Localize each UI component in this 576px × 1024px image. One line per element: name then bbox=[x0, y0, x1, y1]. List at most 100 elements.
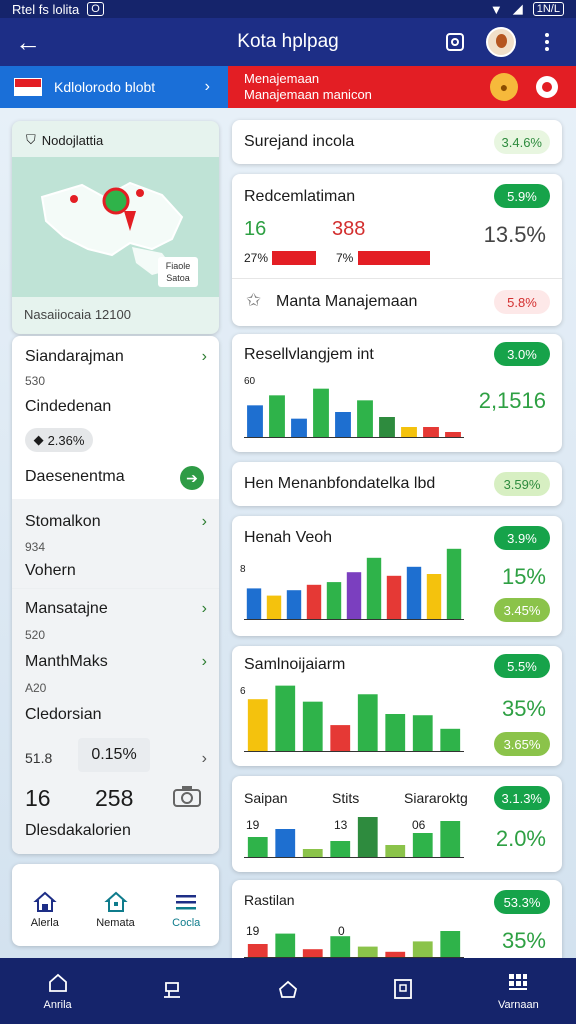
nav-grid[interactable]: Varnaan bbox=[488, 971, 548, 1011]
chart-card-5[interactable]: Rastilan 53.3% 19 0 35% bbox=[232, 880, 562, 958]
summary-card-1[interactable]: Surejand incola 3.4.6% bbox=[232, 120, 562, 164]
footer-label: Dlesdakalorien bbox=[25, 822, 207, 840]
chart-card-4[interactable]: Saipan Stits Siararoktg 3.1.3% 19 13 06 … bbox=[232, 776, 562, 872]
card-title: Samlnoijaiarm bbox=[244, 656, 346, 673]
chart-bar bbox=[247, 837, 268, 857]
list-item[interactable]: Cindedenan bbox=[25, 398, 207, 416]
chart-bar bbox=[247, 699, 268, 751]
status-badge: 3.4.6% bbox=[493, 130, 550, 154]
camera-icon[interactable] bbox=[172, 784, 202, 813]
chart-bar bbox=[246, 588, 262, 619]
emoji-icon[interactable]: ● bbox=[490, 73, 518, 101]
card-title: Henah Veoh bbox=[244, 529, 333, 546]
house-icon bbox=[103, 891, 128, 912]
stat-number-b: 258 bbox=[95, 785, 134, 811]
flag-icon bbox=[163, 982, 180, 998]
map-pin-icon: ⛉ bbox=[26, 132, 36, 147]
chart-bar bbox=[357, 817, 378, 857]
map-title: Nodojlattia bbox=[41, 132, 104, 148]
map-card[interactable]: ⛉ Nodojlattia Fiaole Satoa Nasaiiocaia 1… bbox=[12, 121, 219, 334]
summary-card-2[interactable]: Redcemlatiman 5.9% 16 388 13.5% 27% 7% ✩… bbox=[232, 174, 562, 326]
bar-b bbox=[358, 251, 430, 265]
tab-home[interactable]: Alerla bbox=[31, 890, 59, 938]
chart-bar bbox=[406, 566, 422, 619]
chart-bar bbox=[306, 584, 322, 619]
list-item[interactable]: Vohern bbox=[25, 562, 207, 580]
metric-pct: 15% bbox=[501, 564, 546, 589]
chart-bar bbox=[366, 557, 382, 619]
chart-bar bbox=[313, 388, 329, 437]
avatar[interactable] bbox=[486, 27, 516, 57]
list-item[interactable]: Siandarajman › bbox=[25, 348, 207, 366]
chart-bar bbox=[346, 572, 362, 619]
sub-badge: 3.45% bbox=[494, 598, 550, 622]
tab-house[interactable]: Nemata bbox=[96, 890, 135, 938]
list-item-sub: 934 bbox=[25, 540, 46, 554]
chart-bar bbox=[385, 714, 406, 751]
chart-bar bbox=[330, 936, 351, 957]
tab-menu[interactable]: Cocla bbox=[172, 890, 200, 938]
list-item-sub: 530 bbox=[25, 374, 46, 388]
chart-bar bbox=[386, 575, 402, 619]
chart-bar bbox=[335, 412, 351, 437]
chevron-right-icon: › bbox=[201, 513, 207, 530]
list-item[interactable]: Cledorsian bbox=[25, 706, 207, 724]
chevron-right-icon: › bbox=[201, 348, 207, 365]
chart-bar bbox=[440, 821, 461, 857]
chevron-right-icon: › bbox=[204, 78, 210, 95]
nav-home[interactable]: Anrila bbox=[28, 971, 88, 1011]
bar-chart bbox=[244, 386, 464, 438]
chart-bar bbox=[330, 841, 351, 857]
column-label: Stits bbox=[332, 790, 360, 806]
map-title-row: ⛉ Nodojlattia bbox=[26, 132, 103, 148]
tab-label: Cocla bbox=[172, 917, 201, 929]
value-row-arrow[interactable]: › bbox=[25, 750, 207, 768]
metric-pct: 35% bbox=[501, 696, 546, 721]
banner: Kdlolorodo blobt › Menajemaan Manajemaan… bbox=[0, 66, 576, 108]
nav-flag[interactable] bbox=[143, 977, 203, 1005]
region-selector[interactable]: Kdlolorodo blobt › bbox=[0, 66, 228, 108]
chart-card-1[interactable]: Resellvlangjem int 3.0% 60 2,1516 bbox=[232, 334, 562, 452]
bar-chart bbox=[244, 930, 464, 958]
status-badge: O bbox=[87, 2, 104, 16]
bar-a bbox=[272, 251, 316, 265]
card-title: Rastilan bbox=[244, 892, 295, 908]
status-left: Rtel fs lolita bbox=[12, 1, 80, 17]
status-badge: 3.0% bbox=[494, 342, 550, 366]
chart-card-3[interactable]: Samlnoijaiarm 5.5% 6 35% 3.65% bbox=[232, 646, 562, 766]
chart-bar bbox=[357, 946, 378, 957]
list-item-label: Siandarajman bbox=[25, 348, 124, 365]
arrow-left-icon[interactable]: ← bbox=[0, 27, 56, 58]
list-item[interactable]: Stomalkon › bbox=[25, 513, 207, 531]
status-badge: 53.3% bbox=[494, 890, 550, 914]
gear-icon[interactable] bbox=[536, 76, 558, 98]
nav-list[interactable] bbox=[373, 977, 433, 1005]
chart-bar bbox=[275, 933, 296, 957]
alert-line-2: Manajemaan manicon bbox=[244, 87, 372, 102]
more-vert-icon[interactable] bbox=[534, 29, 560, 55]
status-pill: ◆ 2.36% bbox=[25, 428, 93, 452]
alert-banner[interactable]: Menajemaan Manajemaan manicon ● bbox=[228, 66, 576, 108]
go-button[interactable]: ➔ bbox=[180, 466, 204, 490]
flag-icon bbox=[14, 78, 42, 96]
summary-card-3[interactable]: Hen Menanbfondatelka lbd 3.59% bbox=[232, 462, 562, 506]
list-item[interactable]: ManthMaks › bbox=[25, 653, 207, 671]
chart-bar bbox=[247, 405, 263, 437]
dot-icon: ◆ bbox=[33, 432, 44, 447]
nav-house[interactable] bbox=[258, 977, 318, 1005]
chart-bar bbox=[385, 951, 406, 957]
app-bar: ← Kota hplpag bbox=[0, 18, 576, 66]
chart-bar bbox=[302, 949, 323, 957]
bar-chart bbox=[244, 676, 464, 752]
document-icon[interactable] bbox=[442, 29, 468, 55]
bar-a-label: 27% bbox=[244, 251, 269, 265]
divider bbox=[232, 278, 562, 279]
card-title: Saipan bbox=[244, 790, 288, 806]
status-bar: Rtel fs lolita O ▼ ◢ 1N/L bbox=[0, 0, 576, 18]
chart-bar bbox=[385, 845, 406, 857]
chart-bar bbox=[401, 427, 417, 437]
divider bbox=[12, 588, 219, 589]
chart-card-2[interactable]: Henah Veoh 3.9% 8 15% 3.45% bbox=[232, 516, 562, 636]
list-item[interactable]: Mansatajne › bbox=[25, 600, 207, 618]
battery-icon: 1N/L bbox=[532, 2, 564, 16]
